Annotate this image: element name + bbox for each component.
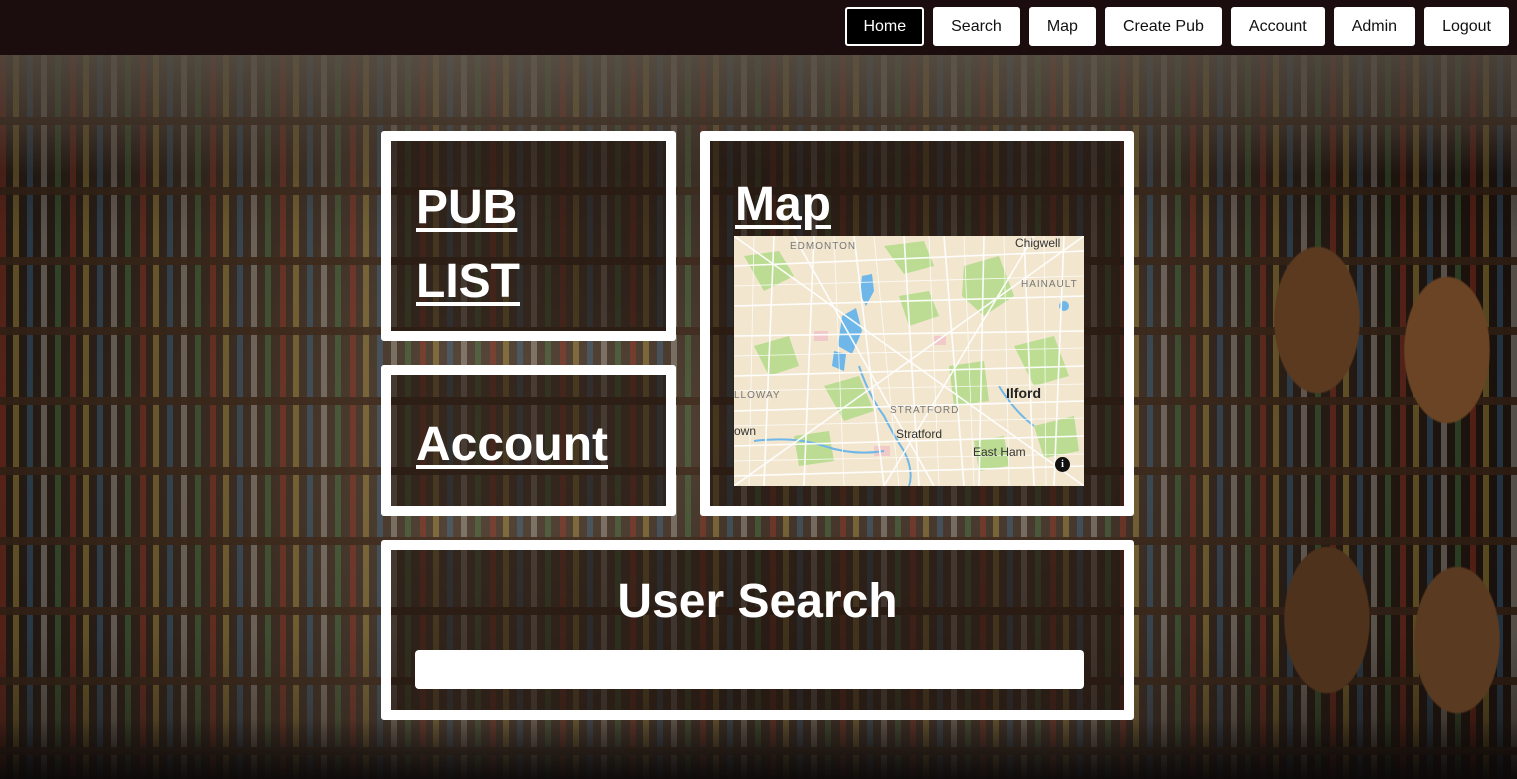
background-barrels: [1257, 120, 1517, 779]
nav-home-button[interactable]: Home: [845, 7, 925, 46]
map-label-ilford: Ilford: [1006, 385, 1041, 401]
nav-map-button[interactable]: Map: [1028, 7, 1096, 46]
pub-list-card: PUB LIST: [381, 131, 676, 341]
info-icon[interactable]: i: [1055, 457, 1070, 472]
nav-admin-button[interactable]: Admin: [1333, 7, 1416, 46]
map-card: Map EDMONTON Chigwell HAINAULT LLOWAY ST…: [700, 131, 1134, 516]
user-search-card: User Search: [381, 540, 1134, 720]
map-label-chigwell: Chigwell: [1015, 236, 1061, 250]
main-nav: Home Search Map Create Pub Account Admin…: [845, 7, 1509, 46]
map-preview[interactable]: EDMONTON Chigwell HAINAULT LLOWAY STRATF…: [734, 236, 1084, 486]
account-card: Account: [381, 365, 676, 516]
map-label-holloway: LLOWAY: [734, 390, 781, 401]
map-label-stratford: Stratford: [896, 427, 943, 441]
map-label-town: own: [734, 424, 757, 438]
user-search-title: User Search: [617, 575, 898, 628]
nav-search-button[interactable]: Search: [933, 7, 1020, 46]
map-label-edmonton: EDMONTON: [790, 241, 857, 252]
background-crowd: [0, 719, 1517, 779]
user-search-input[interactable]: [415, 650, 1084, 689]
map-label-hainault: HAINAULT: [1021, 279, 1078, 290]
nav-account-button[interactable]: Account: [1230, 7, 1325, 46]
account-link[interactable]: Account: [416, 415, 608, 475]
map-label-east-ham: East Ham: [973, 445, 1026, 459]
map-tile-graphic: [734, 236, 1084, 486]
nav-logout-button[interactable]: Logout: [1424, 7, 1509, 46]
nav-create-pub-button[interactable]: Create Pub: [1104, 7, 1222, 46]
map-label-stratford-district: STRATFORD: [890, 405, 960, 416]
pub-list-link[interactable]: PUB LIST: [416, 171, 616, 319]
top-nav-bar: Home Search Map Create Pub Account Admin…: [0, 0, 1517, 55]
map-link[interactable]: Map: [735, 175, 831, 235]
